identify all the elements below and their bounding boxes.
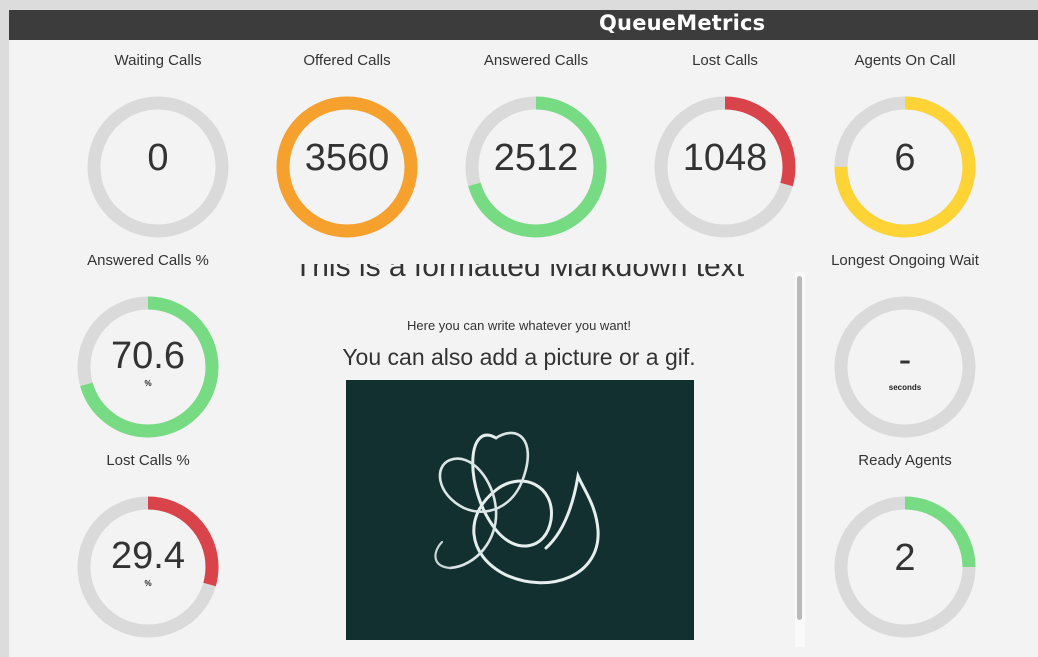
widget-value: 70.6: [111, 335, 185, 377]
markdown-scrollbar[interactable]: [795, 272, 805, 647]
widget-agents-on-call[interactable]: Agents On Call 6: [810, 52, 1000, 242]
scrollbar-thumb[interactable]: [797, 276, 802, 620]
widget-unit: seconds: [888, 383, 922, 392]
widget-value: 0: [147, 137, 169, 179]
widget-value: 3560: [304, 137, 390, 179]
markdown-animated-image: [346, 380, 694, 640]
widget-unit: %: [144, 579, 152, 588]
widget-value: 2: [894, 537, 916, 579]
widget-value: 2512: [493, 137, 579, 179]
markdown-panel[interactable]: This is a formatted Markdown text Here y…: [249, 264, 804, 647]
dashboard-frame: QueueMetrics Waiting Calls 0 Offered Cal…: [9, 10, 1038, 657]
markdown-heading: This is a formatted Markdown text: [293, 264, 745, 283]
header-bar: QueueMetrics: [9, 10, 1038, 40]
widget-lost-calls-pct[interactable]: Lost Calls % 29.4 %: [53, 452, 243, 642]
widget-answered-calls-pct[interactable]: Answered Calls % 70.6 %: [53, 252, 243, 442]
widget-value: 6: [894, 137, 916, 179]
markdown-subheading: You can also add a picture or a gif.: [342, 344, 696, 370]
widget-value: 29.4: [111, 535, 185, 577]
widget-offered-calls[interactable]: Offered Calls 3560: [252, 52, 442, 242]
widget-lost-calls[interactable]: Lost Calls 1048: [630, 52, 820, 242]
widget-value: 1048: [682, 137, 768, 179]
widget-ready-agents[interactable]: Ready Agents 2: [810, 452, 1000, 642]
widget-longest-ongoing-wait[interactable]: Longest Ongoing Wait - seconds: [810, 252, 1000, 442]
markdown-paragraph: Here you can write whatever you want!: [407, 318, 631, 333]
scribble-line-art: [434, 431, 600, 585]
brand-logo[interactable]: QueueMetrics: [599, 11, 765, 35]
widget-answered-calls[interactable]: Answered Calls 2512: [441, 52, 631, 242]
widget-waiting-calls[interactable]: Waiting Calls 0: [63, 52, 253, 242]
widget-value: -: [898, 339, 912, 381]
widget-unit: %: [144, 379, 152, 388]
